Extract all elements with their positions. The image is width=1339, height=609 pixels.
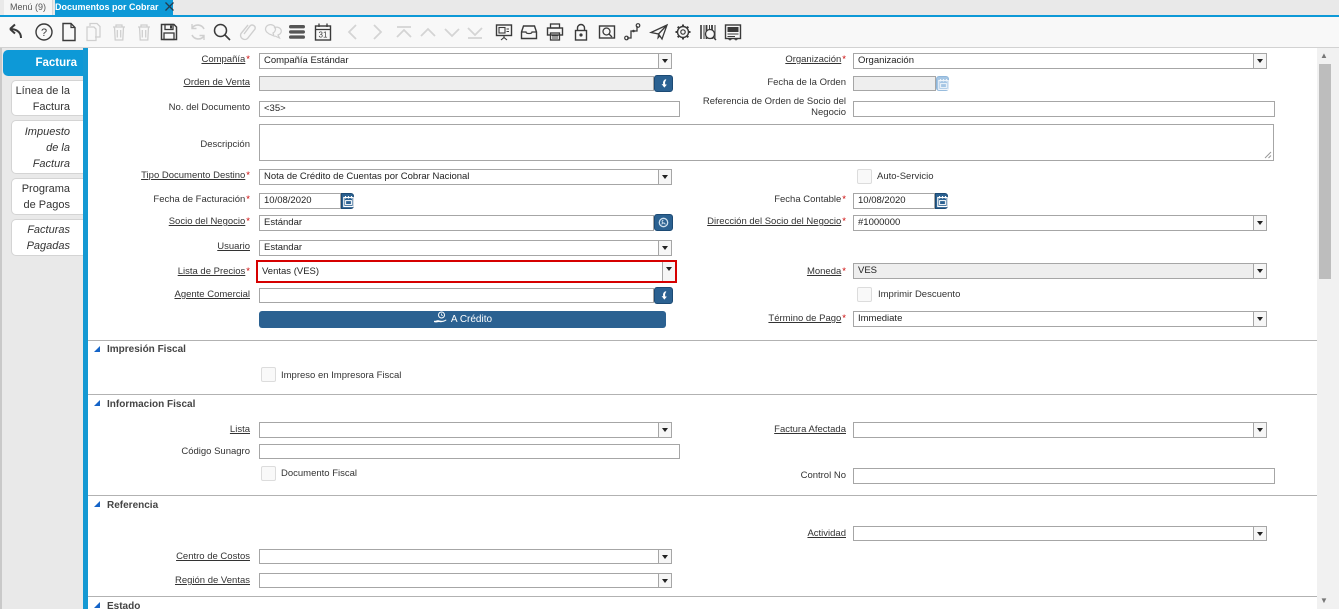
- svg-text:?: ?: [41, 27, 47, 39]
- svg-text:31: 31: [319, 31, 328, 40]
